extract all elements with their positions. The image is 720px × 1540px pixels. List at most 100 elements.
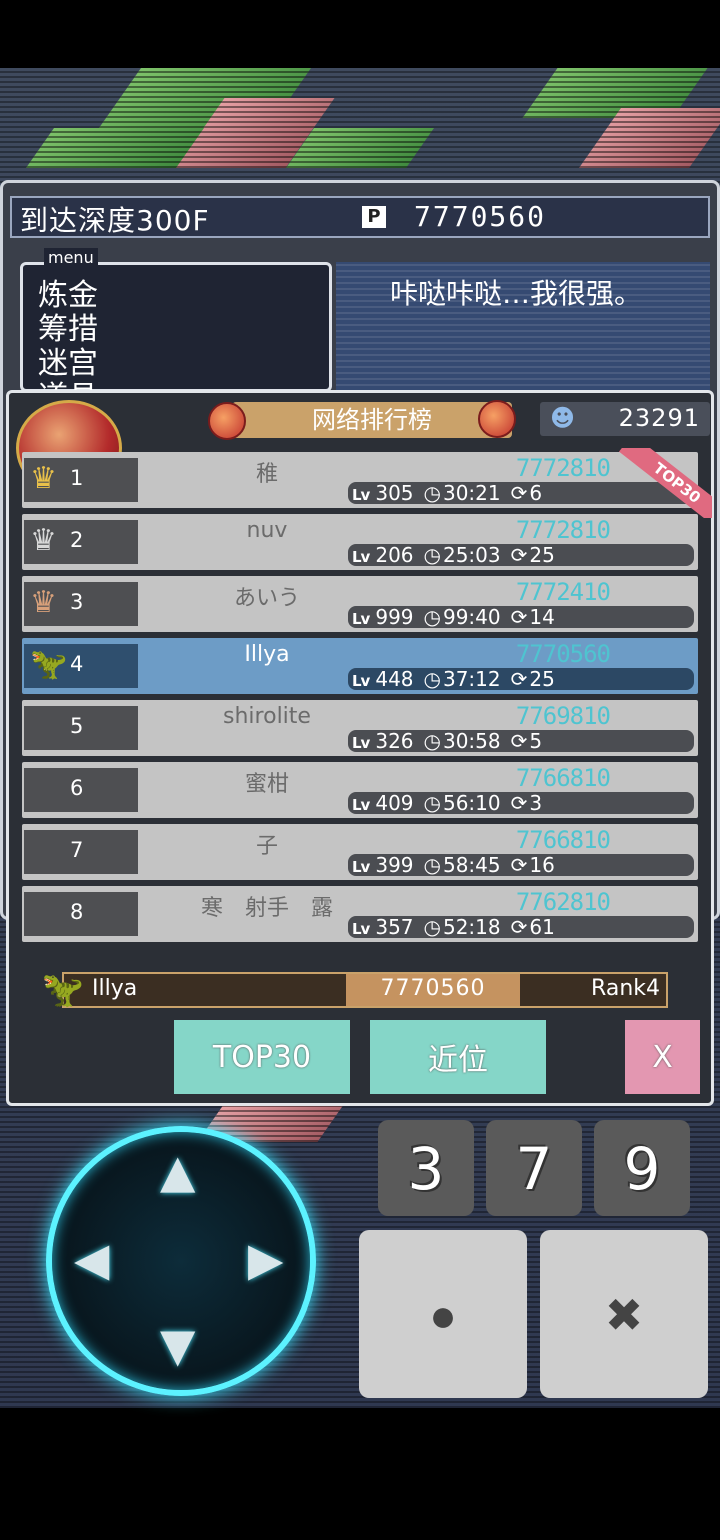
loop-icon: ⟳ <box>510 481 528 505</box>
loop-count: 25 <box>529 667 555 691</box>
points-icon: P <box>362 206 386 228</box>
depth-label: 到达深度300F <box>20 204 210 237</box>
rank-number: 2 <box>70 528 84 552</box>
player-stats: Lv 326 ◷ 30:58 ⟳ 5 <box>348 730 694 752</box>
my-rank: Rank4 <box>591 976 660 1001</box>
loop-icon: ⟳ <box>510 605 528 629</box>
cancel-button[interactable]: ✖ <box>540 1230 708 1398</box>
player-stats: Lv 999 ◷ 99:40 ⟳ 14 <box>348 606 694 628</box>
my-score: 7770560 <box>380 976 486 1001</box>
player-level: 448 <box>375 667 414 691</box>
player-name: 寒 射手 露 <box>200 896 333 921</box>
play-time: 58:45 <box>442 853 501 877</box>
ranking-row[interactable]: 🦖 4 Illya 7770560 Lv 448 ◷ 37:12 ⟳ 25 <box>22 638 698 694</box>
play-time: 25:03 <box>442 543 501 567</box>
player-level: 399 <box>375 853 414 877</box>
dpad-up-button[interactable]: ▲ <box>160 1148 195 1194</box>
player-stats: Lv 409 ◷ 56:10 ⟳ 3 <box>348 792 694 814</box>
dino-avatar-icon: 🦖 <box>30 647 68 682</box>
play-time: 56:10 <box>442 791 501 815</box>
scene-tile <box>285 128 435 168</box>
loop-count: 5 <box>529 729 543 753</box>
loop-count: 3 <box>529 791 543 815</box>
player-name: shirolite <box>223 704 311 729</box>
player-score: 7766810 <box>515 826 611 854</box>
confirm-button[interactable]: ● <box>359 1230 527 1398</box>
rank-number: 8 <box>70 900 84 924</box>
level-tag: Lv <box>352 548 370 566</box>
loop-count: 14 <box>529 605 555 629</box>
speech-text: 咔哒咔哒…我很强。 <box>390 277 643 310</box>
rank-badge: 7 <box>24 830 138 874</box>
dpad[interactable]: ▲ ▼ ◀ ▶ <box>46 1126 316 1396</box>
player-name: Illya <box>244 642 290 667</box>
top30-badge: TOP30 <box>619 448 712 518</box>
player-level: 409 <box>375 791 414 815</box>
loop-count: 61 <box>529 915 555 939</box>
rank-badge: 6 <box>24 768 138 812</box>
near-rank-button[interactable]: 近位 <box>370 1020 546 1094</box>
points-value: 7770560 <box>414 200 547 233</box>
rank-badge: ♛ 1 <box>24 458 138 502</box>
level-tag: Lv <box>352 486 370 504</box>
scene-tile <box>25 128 205 168</box>
player-count: 23291 <box>618 404 700 432</box>
dpad-left-button[interactable]: ◀ <box>74 1236 109 1282</box>
clock-icon: ◷ <box>423 791 441 815</box>
ranking-row[interactable]: 8 寒 射手 露 7762810 Lv 357 ◷ 52:18 ⟳ 61 <box>22 886 698 942</box>
loop-icon: ⟳ <box>510 667 528 691</box>
close-button[interactable]: X <box>625 1020 700 1094</box>
dino-avatar-icon: 🦖 <box>41 970 85 1010</box>
clock-icon: ◷ <box>423 729 441 753</box>
players-icon: ☻ <box>550 404 576 432</box>
ranking-row[interactable]: ♛ 3 あいう 7772410 Lv 999 ◷ 99:40 ⟳ 14 <box>22 576 698 632</box>
ranking-list[interactable]: ♛ 1 稚 7772810 Lv 305 ◷ 30:21 ⟳ 6 ♛ 2 nuv 7772810 Lv 206… <box>20 448 700 960</box>
loop-icon: ⟳ <box>510 791 528 815</box>
dpad-down-button[interactable]: ▼ <box>160 1322 195 1368</box>
rank-badge: 5 <box>24 706 138 750</box>
player-score: 7769810 <box>515 702 611 730</box>
rank-badge: 8 <box>24 892 138 936</box>
rank-number: 7 <box>70 838 84 862</box>
clock-icon: ◷ <box>423 481 441 505</box>
player-score: 7772410 <box>515 578 611 606</box>
player-score: 7762810 <box>515 888 611 916</box>
level-tag: Lv <box>352 672 370 690</box>
player-level: 305 <box>375 481 414 505</box>
level-tag: Lv <box>352 796 370 814</box>
ranking-row[interactable]: ♛ 1 稚 7772810 Lv 305 ◷ 30:21 ⟳ 6 <box>22 452 698 508</box>
ranking-row[interactable]: 7 子 7766810 Lv 399 ◷ 58:45 ⟳ 16 <box>22 824 698 880</box>
ranking-row[interactable]: 5 shirolite 7769810 Lv 326 ◷ 30:58 ⟳ 5 <box>22 700 698 756</box>
level-tag: Lv <box>352 610 370 628</box>
player-name: あいう <box>233 586 300 611</box>
number-button-3[interactable]: 3 <box>378 1120 474 1216</box>
player-level: 206 <box>375 543 414 567</box>
play-time: 30:21 <box>442 481 501 505</box>
player-score: 7772810 <box>515 454 611 482</box>
loop-icon: ⟳ <box>510 915 528 939</box>
player-score: 7770560 <box>515 640 611 668</box>
number-button-7[interactable]: 7 <box>486 1120 582 1216</box>
dpad-right-button[interactable]: ▶ <box>248 1236 283 1282</box>
ranking-row[interactable]: ♛ 2 nuv 7772810 Lv 206 ◷ 25:03 ⟳ 25 <box>22 514 698 570</box>
menu-legend: menu <box>44 248 98 267</box>
rank-number: 3 <box>70 590 84 614</box>
rank-badge: ♛ 3 <box>24 582 138 626</box>
top30-ribbon: TOP30 <box>616 448 712 518</box>
clock-icon: ◷ <box>423 605 441 629</box>
level-tag: Lv <box>352 734 370 752</box>
my-name: Illya <box>92 976 138 1001</box>
number-button-9[interactable]: 9 <box>594 1120 690 1216</box>
top30-button[interactable]: TOP30 <box>174 1020 350 1094</box>
player-level: 326 <box>375 729 414 753</box>
player-level: 999 <box>375 605 414 629</box>
clock-icon: ◷ <box>423 853 441 877</box>
gold-crown-icon: ♛ <box>30 461 57 496</box>
loop-count: 6 <box>529 481 543 505</box>
player-stats: Lv 448 ◷ 37:12 ⟳ 25 <box>348 668 694 690</box>
player-stats: Lv 399 ◷ 58:45 ⟳ 16 <box>348 854 694 876</box>
ranking-row[interactable]: 6 蜜柑 7766810 Lv 409 ◷ 56:10 ⟳ 3 <box>22 762 698 818</box>
player-score: 7766810 <box>515 764 611 792</box>
rank-badge: ♛ 2 <box>24 520 138 564</box>
loop-icon: ⟳ <box>510 853 528 877</box>
